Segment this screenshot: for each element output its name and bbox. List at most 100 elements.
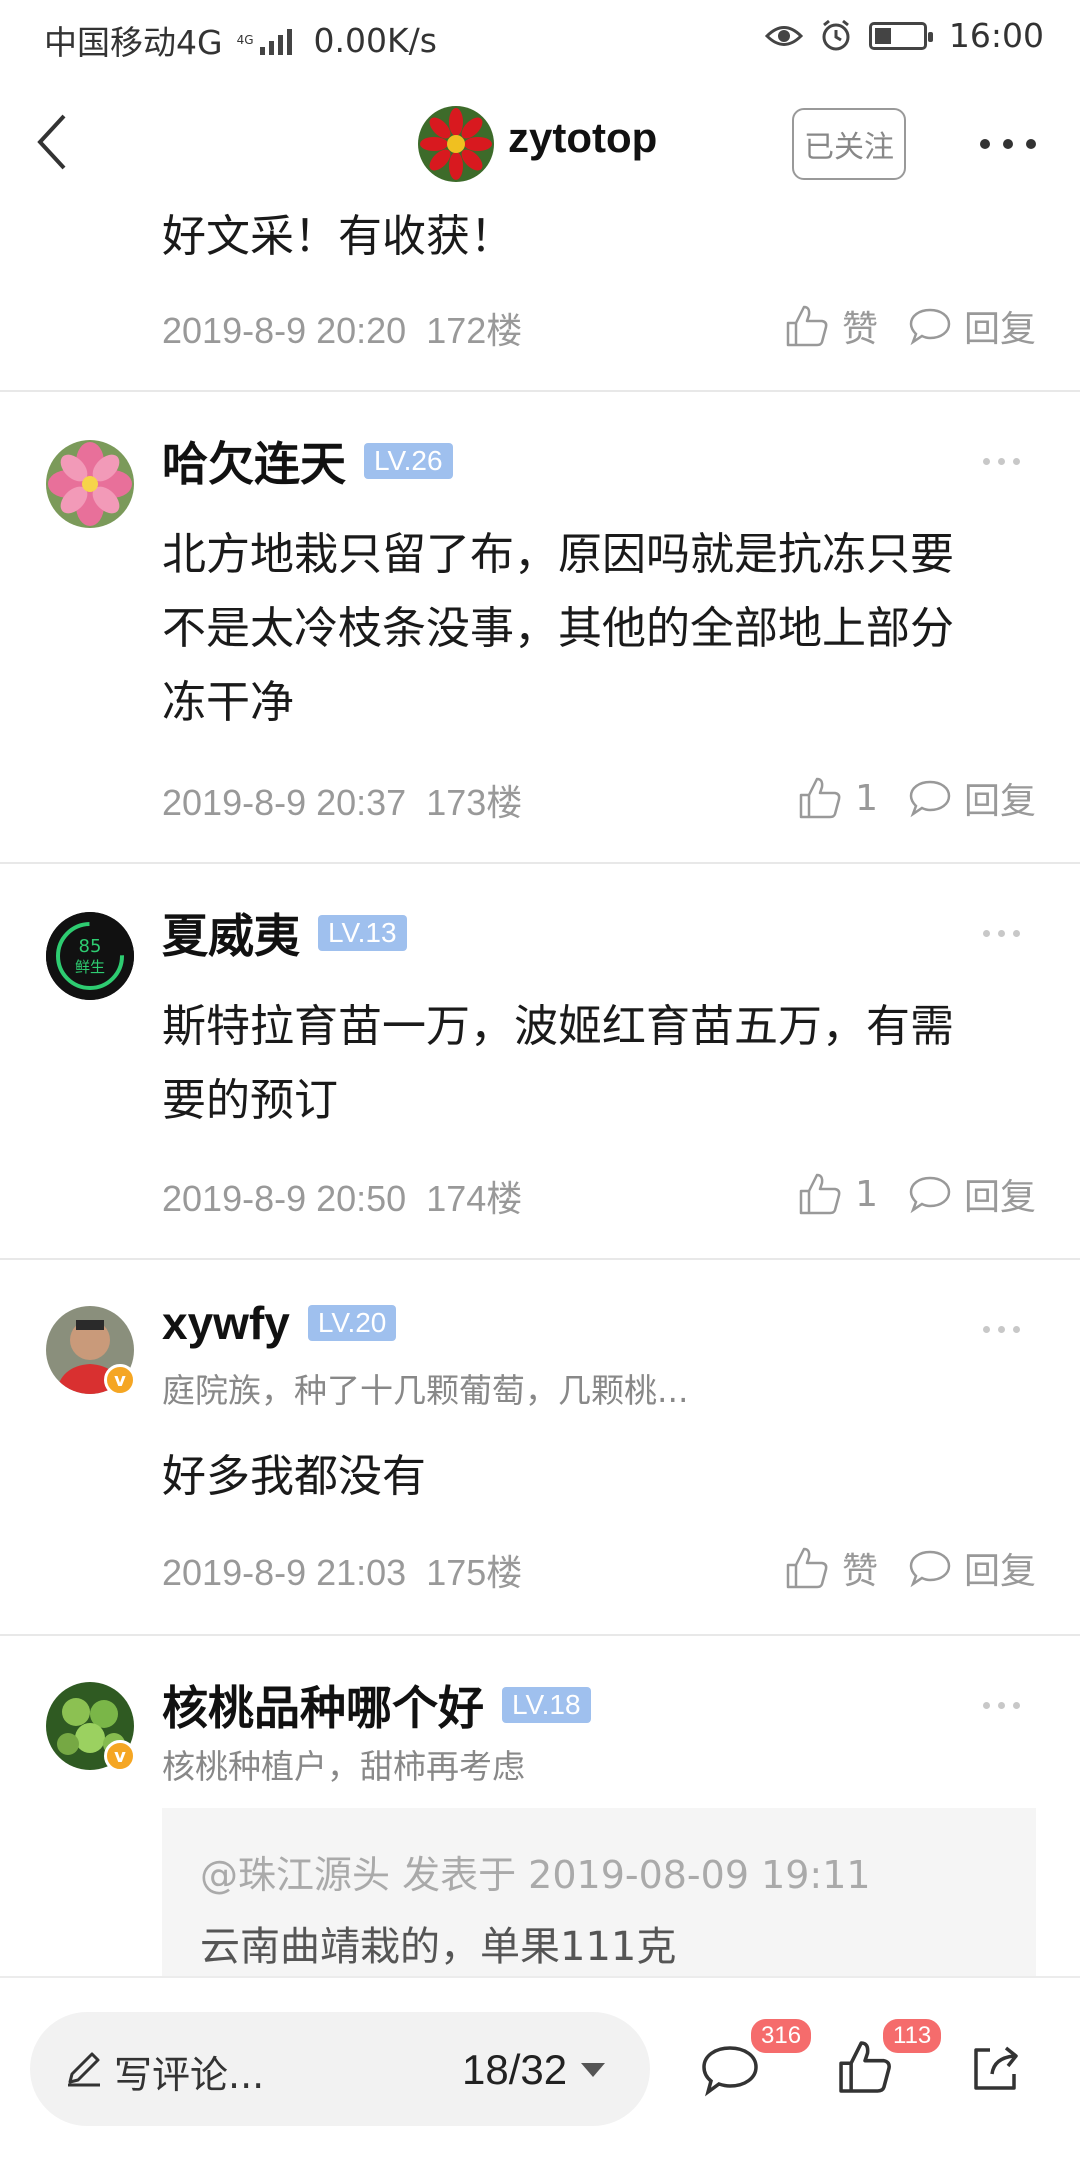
like-button[interactable]: 1 <box>797 1171 878 1217</box>
reply-label: 回复 <box>963 309 1036 350</box>
comment-count-badge: 316 <box>748 2016 815 2056</box>
username-row: 核桃品种哪个好 LV.18 <box>162 1672 591 1738</box>
comment-actions: 赞 回复 <box>784 300 1036 352</box>
share-button[interactable] <box>968 2040 1024 2100</box>
signal-icon: 4G <box>231 25 292 55</box>
level-badge: LV.18 <box>502 1687 591 1723</box>
comment-actions: 1 回复 <box>797 1168 1036 1220</box>
quote-header: @珠江源头 发表于 2019-08-09 19:11 <box>200 1853 871 1897</box>
comment-date: 2019-8-9 20:50 <box>162 1178 407 1219</box>
username-row: xywfy LV.20 <box>162 1296 397 1350</box>
verified-badge-icon: v <box>104 1740 136 1772</box>
svg-text:鲜生: 鲜生 <box>75 958 105 976</box>
comment-more-icon[interactable] <box>983 458 1020 465</box>
clock: 16:00 <box>948 16 1044 55</box>
quote-text: 云南曲靖栽的，单果111克 <box>200 1924 677 1970</box>
comment-more-icon[interactable] <box>983 1326 1020 1333</box>
comment-text: 斯特拉育苗一万，波姬红育苗五万，有需 要的预订 <box>162 1001 954 1126</box>
reply-icon <box>909 1176 951 1214</box>
bottom-bar: 写评论... 18/32 316 113 <box>0 1976 1080 2160</box>
comment-date: 2019-8-9 20:37 <box>162 782 407 823</box>
like-button[interactable]: 赞 <box>784 300 878 352</box>
alarm-icon <box>822 19 850 50</box>
like-label: 赞 <box>841 309 878 350</box>
reply-button[interactable]: 回复 <box>908 1168 1036 1220</box>
thumb-up-icon <box>799 777 841 819</box>
reply-button[interactable]: 回复 <box>908 300 1036 352</box>
carrier-label: 中国移动4G <box>44 23 223 62</box>
username[interactable]: 夏威夷 <box>162 900 300 966</box>
avatar[interactable]: 85 鲜生 <box>46 912 134 1000</box>
comment-meta: 2019-8-9 21:03 175楼 <box>162 1544 522 1596</box>
battery-icon <box>868 21 933 50</box>
comment-floor: 173楼 <box>426 782 523 823</box>
user-description: 核桃种植户，甜柿再考虑 <box>162 1747 525 1786</box>
page-indicator[interactable]: 18/32 <box>462 2046 606 2094</box>
comment-date: 2019-8-9 20:20 <box>162 310 407 351</box>
comment-placeholder: 写评论... <box>114 2053 265 2097</box>
comment-text: 好多我都没有 <box>162 1451 426 1502</box>
reply-button[interactable]: 回复 <box>908 1542 1036 1594</box>
divider <box>0 1634 1080 1636</box>
status-left: 中国移动4G 4G 0.00K/s <box>44 16 437 64</box>
comment-date: 2019-8-9 21:03 <box>162 1552 407 1593</box>
reply-button[interactable]: 回复 <box>908 772 1036 824</box>
reply-icon <box>909 308 951 346</box>
quoted-comment[interactable]: @珠江源头 发表于 2019-08-09 19:11 云南曲靖栽的，单果111克 <box>162 1808 1036 1980</box>
more-dots-icon[interactable] <box>980 132 1036 156</box>
thumb-up-icon <box>786 1547 828 1589</box>
share-icon <box>974 2046 1018 2090</box>
level-badge: LV.26 <box>364 443 453 479</box>
eye-icon <box>764 25 803 46</box>
user-description: 庭院族，种了十几颗葡萄，几颗桃... <box>162 1371 689 1410</box>
comment-floor: 175楼 <box>426 1552 523 1593</box>
level-badge: LV.20 <box>307 1305 397 1341</box>
author-avatar[interactable] <box>418 106 494 182</box>
status-right: 16:00 <box>764 16 1044 55</box>
comment-actions: 1 回复 <box>797 772 1036 824</box>
comment-more-icon[interactable] <box>983 930 1020 937</box>
avatar-text: 85 <box>79 936 102 957</box>
comment-meta: 2019-8-9 20:50 174楼 <box>162 1170 522 1222</box>
like-button[interactable]: 赞 <box>784 1542 878 1594</box>
follow-button[interactable]: 已关注 <box>792 108 906 180</box>
comment-actions: 赞 回复 <box>784 1542 1036 1594</box>
reply-icon <box>909 780 951 818</box>
author-name[interactable]: zytotop <box>508 114 657 162</box>
comment-icon <box>702 2046 758 2097</box>
comment-input[interactable]: 写评论... 18/32 <box>30 2012 650 2126</box>
like-button[interactable]: 1 <box>797 775 878 821</box>
chevron-down-icon <box>581 2063 606 2077</box>
back-arrow-icon[interactable] <box>30 112 80 172</box>
reply-icon <box>909 1550 951 1588</box>
reply-label: 回复 <box>963 1177 1036 1218</box>
username[interactable]: 哈欠连天 <box>162 428 346 494</box>
divider <box>0 1258 1080 1260</box>
pen-icon <box>68 2052 100 2087</box>
username[interactable]: xywfy <box>162 1296 290 1350</box>
username[interactable]: 核桃品种哪个好 <box>162 1672 484 1738</box>
divider <box>0 862 1080 864</box>
comment-meta: 2019-8-9 20:20 172楼 <box>162 302 522 354</box>
status-bar: 中国移动4G 4G 0.00K/s 16:00 <box>0 0 1080 72</box>
verified-badge-icon: v <box>104 1364 136 1396</box>
comment-more-icon[interactable] <box>983 1702 1020 1709</box>
comment-floor: 172楼 <box>426 310 523 351</box>
comment-meta: 2019-8-9 20:37 173楼 <box>162 774 522 826</box>
thumb-up-icon <box>786 305 828 347</box>
reply-label: 回复 <box>963 1551 1036 1592</box>
like-count: 1 <box>855 1173 878 1215</box>
comment-floor: 174楼 <box>426 1178 523 1219</box>
avatar[interactable] <box>46 440 134 528</box>
comment-count-button[interactable] <box>700 2042 760 2102</box>
comment-text: 好文采！有收获！ <box>162 211 514 262</box>
comment-text: 北方地栽只留了布，原因吗就是抗冻只要 不是太冷枝条没事，其他的全部地上部分 冻干… <box>162 529 954 728</box>
network-speed: 0.00K/s <box>313 20 437 60</box>
username-row: 哈欠连天 LV.26 <box>162 428 453 494</box>
like-count: 1 <box>855 777 878 819</box>
like-label: 赞 <box>841 1551 878 1592</box>
thumb-up-icon <box>799 1173 841 1215</box>
username-row: 夏威夷 LV.13 <box>162 900 407 966</box>
level-badge: LV.13 <box>318 915 407 951</box>
top-nav-bar: zytotop 已关注 <box>0 72 1080 212</box>
